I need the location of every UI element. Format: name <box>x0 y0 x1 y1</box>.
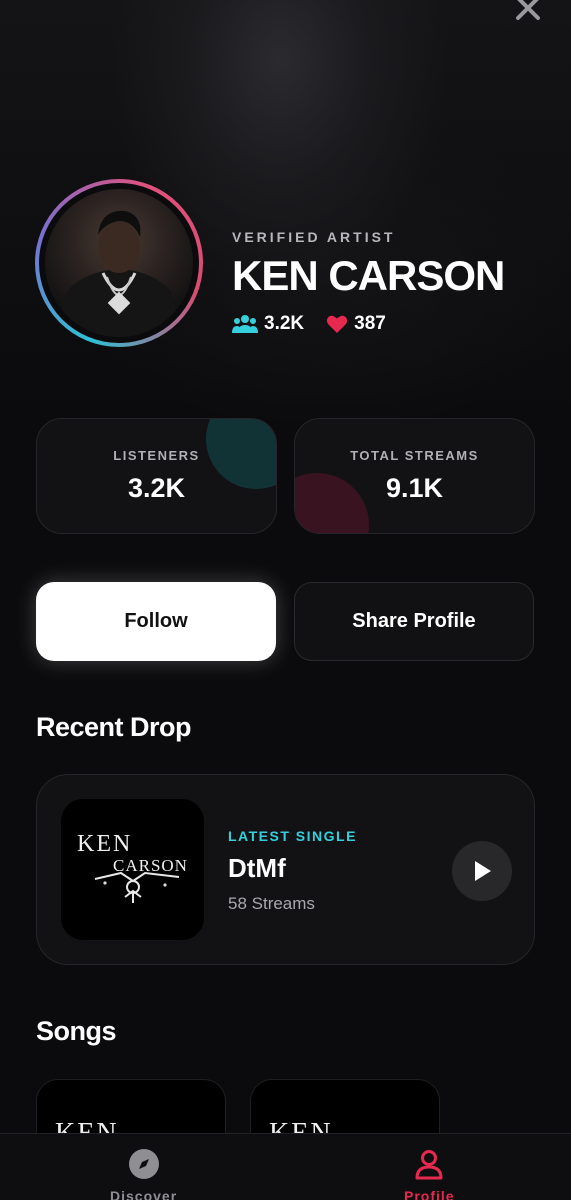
followers-count: 3.2K <box>264 313 305 334</box>
compass-icon <box>128 1149 159 1179</box>
album-cover: KEN CARSON <box>61 799 204 940</box>
decorative-blob <box>206 419 276 489</box>
nav-item-profile[interactable]: Profile <box>404 1148 455 1200</box>
bottom-nav: Discover Profile <box>0 1133 571 1200</box>
total-streams-value: 9.1K <box>385 473 444 503</box>
close-icon <box>516 0 540 20</box>
latest-single-tag: LATEST SINGLE <box>228 828 357 844</box>
share-profile-button[interactable]: Share Profile <box>294 582 534 661</box>
followers-stat: 3.2K <box>232 313 304 335</box>
user-icon <box>415 1150 443 1180</box>
artist-name: KEN CARSON <box>232 252 505 299</box>
decorative-blob <box>295 473 369 533</box>
play-icon <box>475 861 491 881</box>
total-streams-label: TOTAL STREAMS <box>350 448 479 463</box>
track-streams: 58 Streams <box>228 894 315 913</box>
artist-avatar <box>35 179 203 347</box>
nav-label-discover: Discover <box>110 1188 178 1200</box>
track-title: DtMf <box>228 853 286 883</box>
follow-button[interactable]: Follow <box>36 582 276 661</box>
artist-mini-stats: 3.2K 387 <box>232 313 386 335</box>
close-button[interactable] <box>512 0 544 24</box>
nav-item-discover[interactable]: Discover <box>110 1148 177 1200</box>
cover-text-carson: CARSON <box>113 856 188 875</box>
cover-text-ken: KEN <box>77 831 132 857</box>
recent-drop-card[interactable]: KEN CARSON LATEST SINGLE DtMf 58 Streams <box>36 774 535 965</box>
listeners-card: LISTENERS 3.2K <box>36 418 277 534</box>
songs-title: Songs <box>36 1016 117 1046</box>
verified-label: VERIFIED ARTIST <box>232 229 396 245</box>
nav-label-profile: Profile <box>404 1188 455 1200</box>
avatar-photo <box>45 189 193 337</box>
play-button[interactable] <box>452 841 512 901</box>
recent-drop-title: Recent Drop <box>36 712 192 742</box>
heart-icon <box>327 315 348 333</box>
listeners-value: 3.2K <box>127 473 186 503</box>
total-streams-card: TOTAL STREAMS 9.1K <box>294 418 535 534</box>
users-icon <box>232 315 258 333</box>
likes-stat: 387 <box>326 313 386 335</box>
likes-count: 387 <box>354 313 386 334</box>
listeners-label: LISTENERS <box>113 448 200 463</box>
